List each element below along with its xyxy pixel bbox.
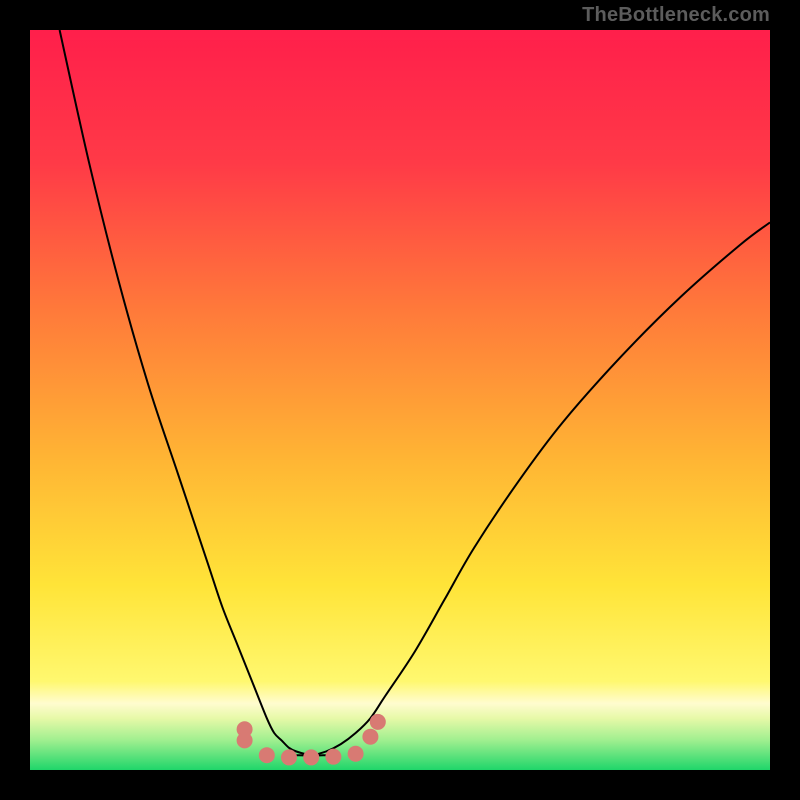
marker-dot <box>281 749 297 765</box>
marker-dot <box>348 746 364 762</box>
marker-dot <box>370 714 386 730</box>
chart-svg <box>30 30 770 770</box>
curve-left <box>60 30 326 755</box>
plot-frame <box>30 30 770 770</box>
marker-dot <box>259 747 275 763</box>
marker-dot <box>362 729 378 745</box>
watermark-text: TheBottleneck.com <box>582 4 770 27</box>
marker-dot <box>237 732 253 748</box>
curve-right <box>296 222 770 755</box>
marker-dot <box>325 749 341 765</box>
marker-dots <box>237 714 386 766</box>
marker-dot <box>303 749 319 765</box>
